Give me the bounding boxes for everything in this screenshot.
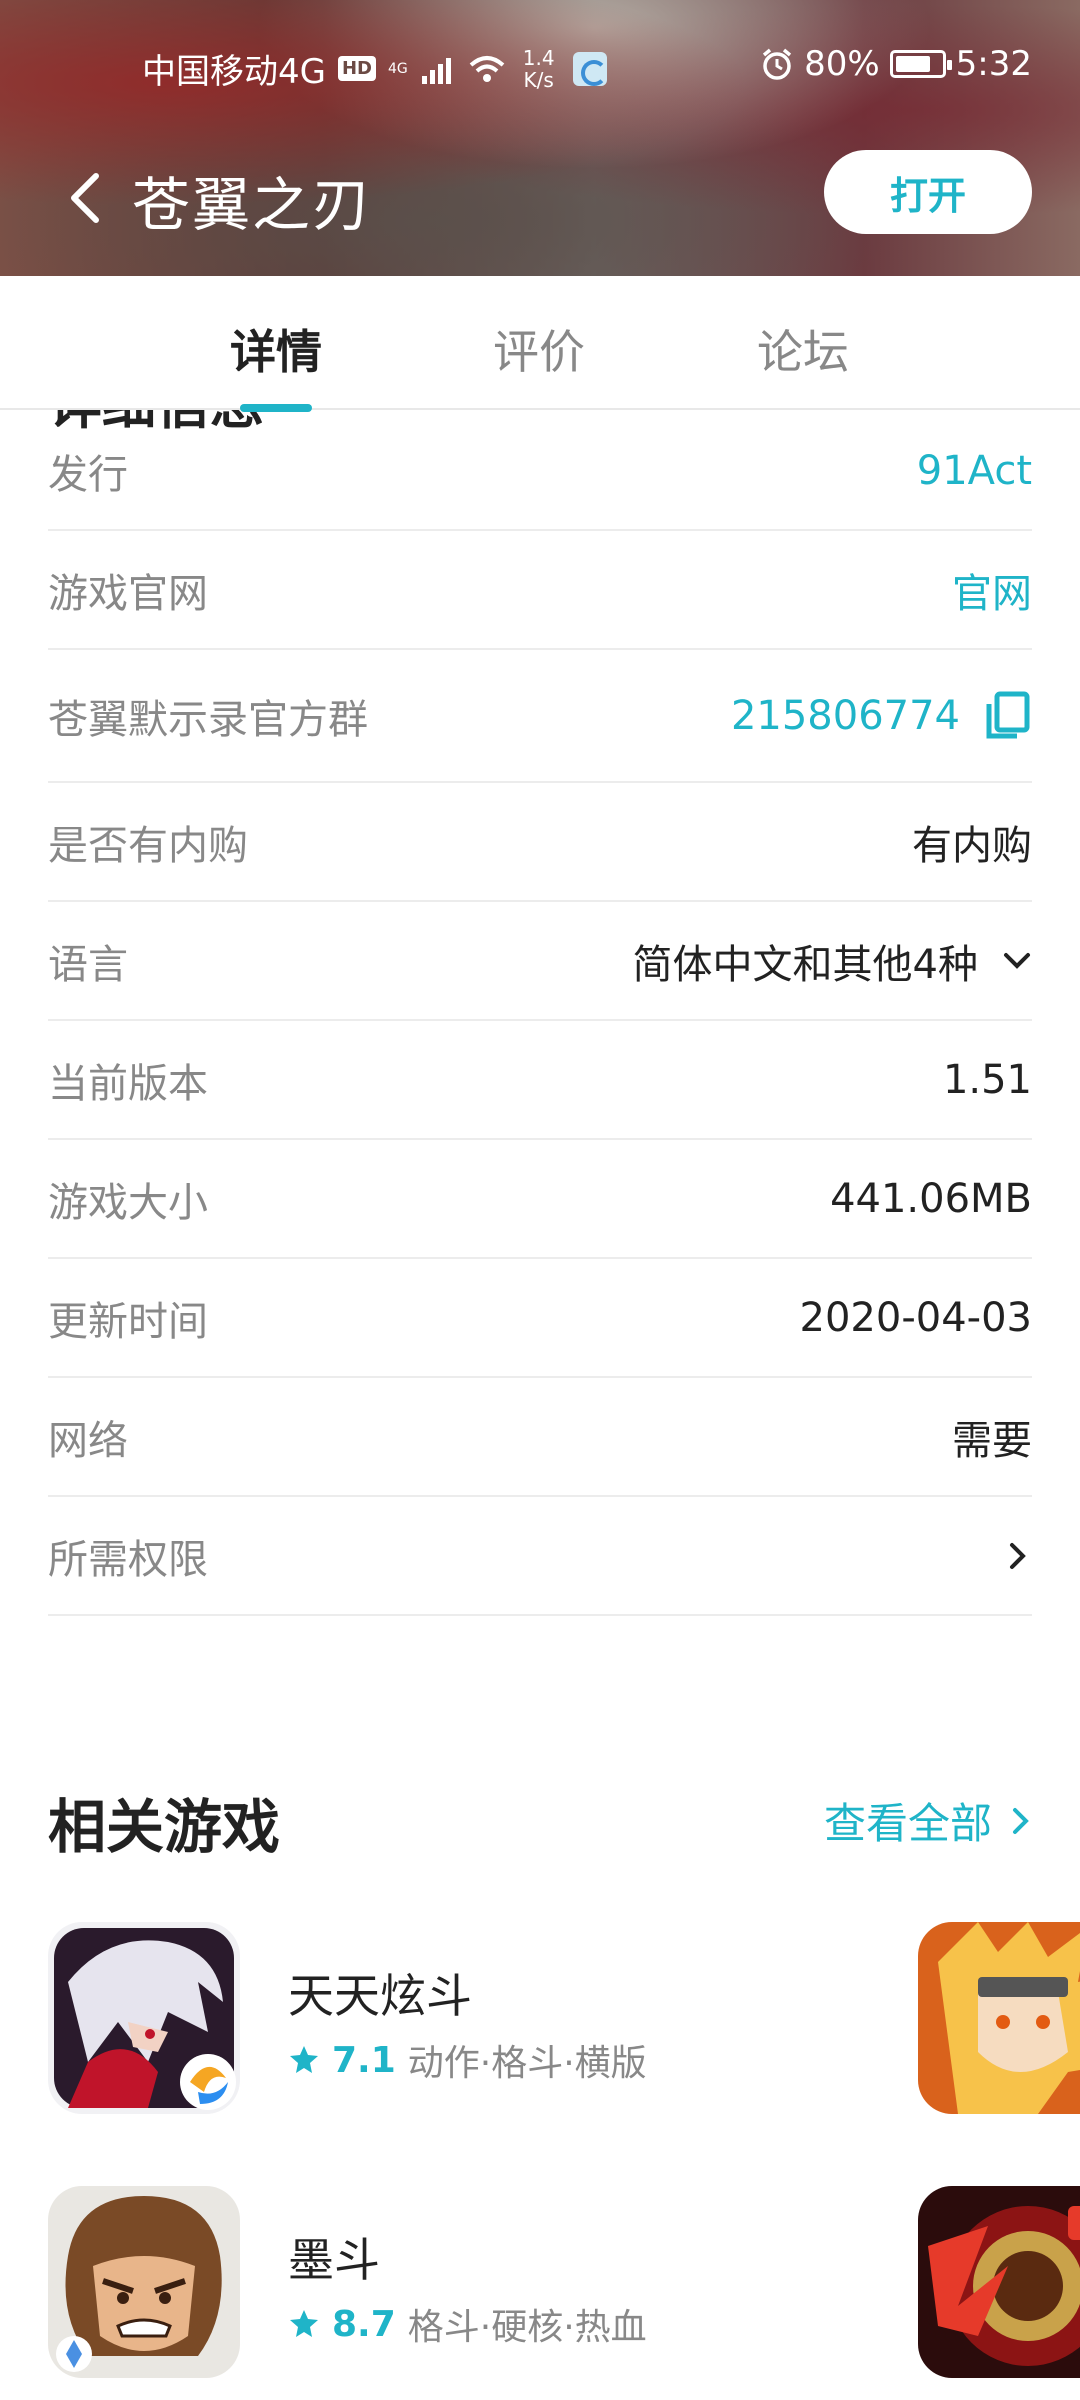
info-value: 441.06MB: [830, 1175, 1032, 1222]
signal-icon: [421, 54, 451, 84]
network-speed: 1.4 K/s: [523, 47, 555, 91]
wifi-icon: [469, 55, 505, 82]
info-row-website[interactable]: 游戏官网 官网: [48, 531, 1032, 650]
speed-value: 1.4: [522, 45, 555, 70]
publisher-link[interactable]: 91Act: [917, 448, 1032, 494]
info-label: 所需权限: [48, 1536, 208, 1583]
game-score: 8.7: [332, 2303, 396, 2345]
hd-badge: HD: [337, 56, 376, 81]
copy-icon[interactable]: [984, 690, 1032, 742]
clock: 5:32: [955, 44, 1032, 84]
carrier-label: 中国移动4G: [142, 52, 326, 92]
app-notification-icon: [572, 51, 607, 86]
star-icon: [290, 2046, 318, 2073]
game-icon-modou[interactable]: [48, 2186, 240, 2378]
battery-percent: 80%: [804, 44, 880, 84]
game-score: 7.1: [332, 2039, 396, 2081]
app-title: 苍翼之刃: [132, 171, 373, 239]
info-label: 网络: [48, 1417, 128, 1464]
tab-bar: 详情 评价 论坛: [0, 276, 1080, 410]
permissions-arrow[interactable]: [1002, 1541, 1032, 1571]
info-value: 2020-04-03: [799, 1294, 1032, 1341]
info-row-version: 当前版本 1.51: [48, 1021, 1032, 1140]
status-right: 80% 5:32: [760, 44, 1032, 84]
back-arrow-icon[interactable]: [62, 168, 112, 228]
status-bar: 中国移动4G HD 4G 1.4 K/s 80% 5:32: [0, 0, 1080, 132]
tab-forum[interactable]: 论坛: [757, 316, 849, 382]
view-all-link[interactable]: 查看全部: [824, 1790, 1032, 1851]
info-row-updated: 更新时间 2020-04-03: [48, 1259, 1032, 1378]
game-meta: 8.7 格斗·硬核·热血: [288, 2298, 647, 2350]
info-value: 有内购: [912, 822, 1032, 869]
game-name: 墨斗: [288, 2233, 380, 2287]
star-icon: [290, 2310, 318, 2337]
info-row-language[interactable]: 语言 简体中文和其他4种: [48, 902, 1032, 1021]
active-tab-indicator: [240, 404, 312, 412]
group-value: 215806774: [731, 690, 1032, 742]
alarm-icon: [762, 48, 792, 80]
info-label: 当前版本: [48, 1060, 208, 1107]
website-link[interactable]: 官网: [952, 561, 1032, 619]
title-bar: 苍翼之刃 打开: [0, 140, 1080, 250]
game-name: 天天炫斗: [288, 1969, 472, 2023]
game-tags: 格斗·硬核·热血: [407, 2307, 647, 2348]
info-row-size: 游戏大小 441.06MB: [48, 1140, 1032, 1259]
info-row-network: 网络 需要: [48, 1378, 1032, 1497]
info-label: 游戏大小: [48, 1179, 208, 1226]
game-tags: 动作·格斗·横版: [407, 2043, 647, 2084]
chevron-right-icon: [1010, 1542, 1026, 1569]
info-label: 语言: [48, 941, 128, 988]
battery-icon: [889, 50, 952, 78]
game-meta: 7.1 动作·格斗·横版: [288, 2034, 647, 2086]
chevron-right-icon: [1013, 1807, 1029, 1834]
network-type-label: 4G: [388, 60, 408, 77]
header-banner: 中国移动4G HD 4G 1.4 K/s 80% 5:32 苍翼之刃 打开: [0, 0, 1080, 276]
info-label: 发行: [48, 451, 128, 498]
info-label: 游戏官网: [48, 570, 208, 617]
info-label: 更新时间: [48, 1298, 208, 1345]
related-games-title: 相关游戏: [48, 1793, 281, 1861]
related-game-item[interactable]: 墨斗 8.7 格斗·硬核·热血: [48, 2186, 1080, 2382]
speed-unit: K/s: [523, 67, 554, 92]
game-icon-tiantian[interactable]: [48, 1922, 240, 2114]
game-icon-dnf[interactable]: [918, 2186, 1080, 2378]
info-value: 1.51: [942, 1056, 1032, 1103]
info-row-iap: 是否有内购 有内购: [48, 783, 1032, 902]
view-all-label: 查看全部: [823, 1799, 992, 1848]
related-game-item[interactable]: 天天炫斗 7.1 动作·格斗·横版: [48, 1922, 1080, 2118]
tab-reviews[interactable]: 评价: [493, 316, 585, 382]
info-value: 需要: [952, 1417, 1032, 1464]
game-icon-naruto[interactable]: [918, 1922, 1080, 2114]
info-row-permissions[interactable]: 所需权限: [48, 1497, 1032, 1616]
status-left: 中国移动4G HD 4G 1.4 K/s: [142, 44, 607, 93]
chevron-down-icon: [1004, 952, 1030, 969]
group-number: 215806774: [730, 692, 960, 739]
language-dropdown[interactable]: 简体中文和其他4种: [633, 932, 1032, 990]
open-button[interactable]: 打开: [824, 150, 1032, 234]
info-label: 是否有内购: [48, 822, 248, 869]
info-list: 发行 91Act 游戏官网 官网 苍翼默示录官方群 215806774 是否有内…: [48, 412, 1032, 1616]
related-games-header: 相关游戏 查看全部: [48, 1770, 1032, 1861]
tab-details[interactable]: 详情: [230, 316, 322, 382]
info-row-group: 苍翼默示录官方群 215806774: [48, 650, 1032, 783]
info-label: 苍翼默示录官方群: [48, 696, 368, 743]
language-value: 简体中文和其他4种: [632, 941, 978, 988]
